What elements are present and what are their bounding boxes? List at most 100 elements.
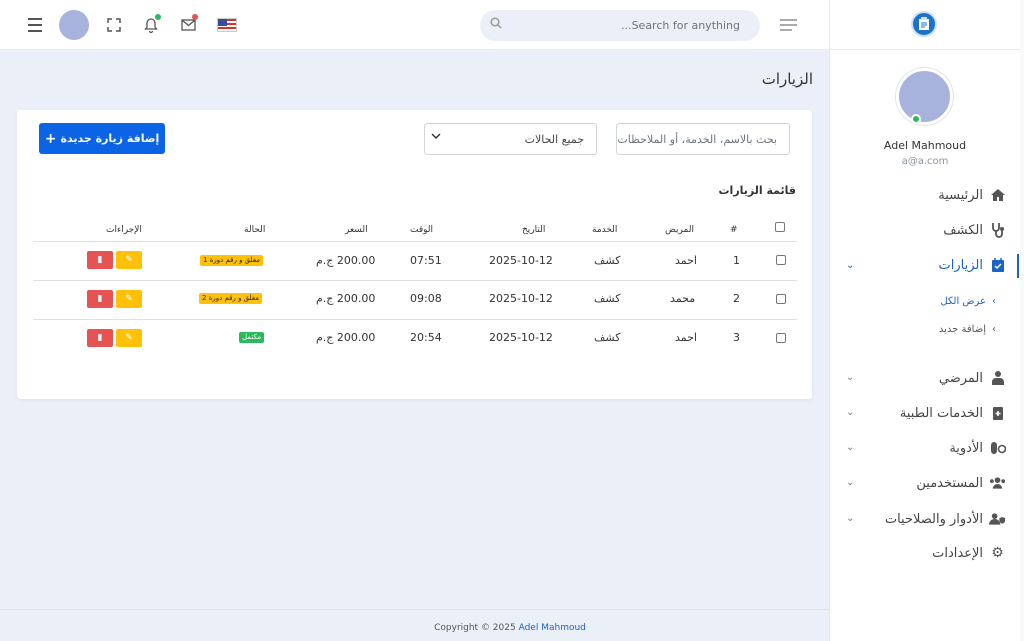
- row-number: 3: [733, 331, 740, 344]
- sidebar-item-label: الكشف: [943, 222, 983, 238]
- sidebar-item-medical-services[interactable]: الخدمات الطبية: [900, 402, 1006, 424]
- column-header-patient: المريض: [665, 225, 694, 235]
- sidebar-item-label: الزيارات: [938, 257, 983, 273]
- patient-icon: [989, 370, 1006, 387]
- chevron-left-icon: ›: [992, 324, 996, 335]
- visits-search-input[interactable]: بحث بالاسم، الخدمة، أو الملاحظات: [616, 123, 790, 155]
- add-visit-label: إضافة زيارة جديدة: [60, 132, 160, 145]
- sidebar-item-label: الأدوار والصلاحيات: [884, 511, 983, 527]
- sidebar-item-patients[interactable]: المرضي: [939, 367, 1006, 389]
- row-checkbox[interactable]: [776, 333, 786, 343]
- row-date: 2025-10-12: [489, 254, 553, 267]
- row-price: 200.00 ج.م: [316, 292, 376, 305]
- logo-divider: [830, 49, 1020, 50]
- menu-icon[interactable]: [23, 13, 47, 37]
- chevron-down-icon[interactable]: ⌄: [846, 442, 854, 453]
- sidebar-item-label: المرضي: [938, 370, 983, 386]
- row-service: كشف: [594, 331, 621, 344]
- row-divider: [33, 280, 797, 281]
- row-price: 200.00 ج.م: [316, 254, 376, 267]
- column-header-price: السعر: [345, 225, 368, 235]
- row-patient: احمد: [675, 254, 697, 267]
- row-date: 2025-10-12: [489, 331, 553, 344]
- row-patient: محمد: [670, 292, 696, 305]
- sidebar-scrollbar[interactable]: [1020, 0, 1024, 641]
- profile-name: Adel Mahmoud: [883, 139, 967, 152]
- copyright-label: Copyright © 2025: [434, 623, 516, 633]
- row-time: 07:51: [410, 254, 442, 267]
- page-title: الزيارات: [761, 70, 813, 88]
- chevron-down-icon[interactable]: ⌄: [846, 407, 854, 418]
- app-logo[interactable]: [911, 11, 937, 37]
- status-filter-value: جميع الحالات: [524, 133, 584, 146]
- us-flag-icon[interactable]: [217, 18, 237, 32]
- delete-button[interactable]: ▮: [87, 329, 113, 347]
- delete-button[interactable]: ▮: [87, 251, 113, 269]
- sidebar-item-checkup[interactable]: الكشف: [943, 219, 1006, 241]
- sidebar-item-label: المستخدمين: [916, 475, 983, 491]
- row-checkbox[interactable]: [776, 294, 786, 304]
- chevron-down-icon[interactable]: ⌄: [846, 477, 854, 488]
- sidebar-item-label: الإعدادات: [932, 545, 983, 561]
- status-badge: مكتمل: [239, 332, 265, 343]
- chevron-down-icon[interactable]: ⌄: [846, 372, 854, 383]
- sidebar-item-users[interactable]: المستخدمين: [916, 472, 1006, 494]
- row-date: 2025-10-12: [489, 292, 553, 305]
- visits-search-placeholder: بحث بالاسم، الخدمة، أو الملاحظات: [617, 133, 777, 146]
- sidebar-item-label: الأدوية: [949, 440, 983, 456]
- profile-email: a@a.com: [901, 156, 949, 167]
- user-avatar[interactable]: [59, 10, 89, 40]
- search-placeholder: Search for anything...: [621, 19, 740, 32]
- trash-icon: ▮: [97, 255, 103, 265]
- sidebar-item-medicines[interactable]: الأدوية: [949, 437, 1006, 459]
- edit-button[interactable]: ✎: [116, 290, 142, 308]
- gear-icon: ⚙: [991, 545, 1004, 561]
- column-header-date: التاريخ: [522, 225, 546, 235]
- mail-icon[interactable]: [176, 13, 200, 37]
- sidebar-item-visits[interactable]: الزيارات: [939, 254, 1006, 276]
- active-indicator: [1017, 254, 1019, 278]
- chevron-down-icon: [431, 131, 441, 144]
- row-patient: احمد: [675, 331, 697, 344]
- row-number: 1: [733, 254, 740, 267]
- status-badge: مغلق و رقم دورة 1: [200, 255, 263, 266]
- edit-button[interactable]: ✎: [116, 251, 142, 269]
- fullscreen-icon[interactable]: [102, 13, 126, 37]
- row-time: 09:08: [410, 292, 442, 305]
- medical-kit-icon: [989, 405, 1006, 422]
- home-icon: [989, 187, 1006, 204]
- sidebar-item-roles[interactable]: الأدوار والصلاحيات: [885, 508, 1006, 530]
- sidebar-subitem-view-all[interactable]: › عرض الكل: [940, 296, 996, 307]
- author-link[interactable]: Adel Mahmoud: [519, 623, 586, 633]
- sidebar-item-label: الخدمات الطبية: [899, 405, 983, 421]
- sidebar-subitem-label: عرض الكل: [940, 296, 986, 307]
- bell-icon[interactable]: [139, 13, 163, 37]
- sidebar-item-home[interactable]: الرئيسية: [938, 184, 1006, 206]
- users-icon: [989, 475, 1006, 492]
- select-all-checkbox[interactable]: [775, 222, 785, 232]
- status-badge: مغلق و رقم دورة 2: [199, 293, 262, 304]
- row-service: كشف: [594, 292, 621, 305]
- sidebar-subitem-add-new[interactable]: › إضافة جديد: [939, 324, 996, 335]
- search-input[interactable]: Search for anything...: [480, 10, 760, 41]
- plus-icon: +: [44, 130, 57, 147]
- notification-dot: [155, 14, 161, 20]
- sidebar-toggle-icon[interactable]: [780, 19, 797, 34]
- delete-button[interactable]: ▮: [87, 290, 113, 308]
- column-header-time: الوقت: [410, 225, 434, 235]
- search-icon: [490, 17, 502, 33]
- footer: Copyright © 2025 Adel Mahmoud: [0, 609, 829, 641]
- add-visit-button[interactable]: إضافة زيارة جديدة +: [39, 123, 165, 154]
- sidebar-item-settings[interactable]: ⚙ الإعدادات: [932, 542, 1006, 564]
- trash-icon: ▮: [97, 333, 103, 343]
- column-header-status: الحالة: [244, 225, 266, 235]
- column-header-actions: الإجراءات: [106, 225, 142, 235]
- row-checkbox[interactable]: [776, 255, 786, 265]
- column-header-service: الخدمة: [592, 225, 618, 235]
- chevron-down-icon[interactable]: ⌄: [846, 513, 854, 524]
- chevron-down-icon[interactable]: ⌄: [846, 260, 854, 271]
- mail-dot: [192, 14, 198, 20]
- edit-icon: ✎: [125, 333, 133, 343]
- edit-button[interactable]: ✎: [116, 329, 142, 347]
- status-filter-select[interactable]: جميع الحالات: [424, 123, 597, 155]
